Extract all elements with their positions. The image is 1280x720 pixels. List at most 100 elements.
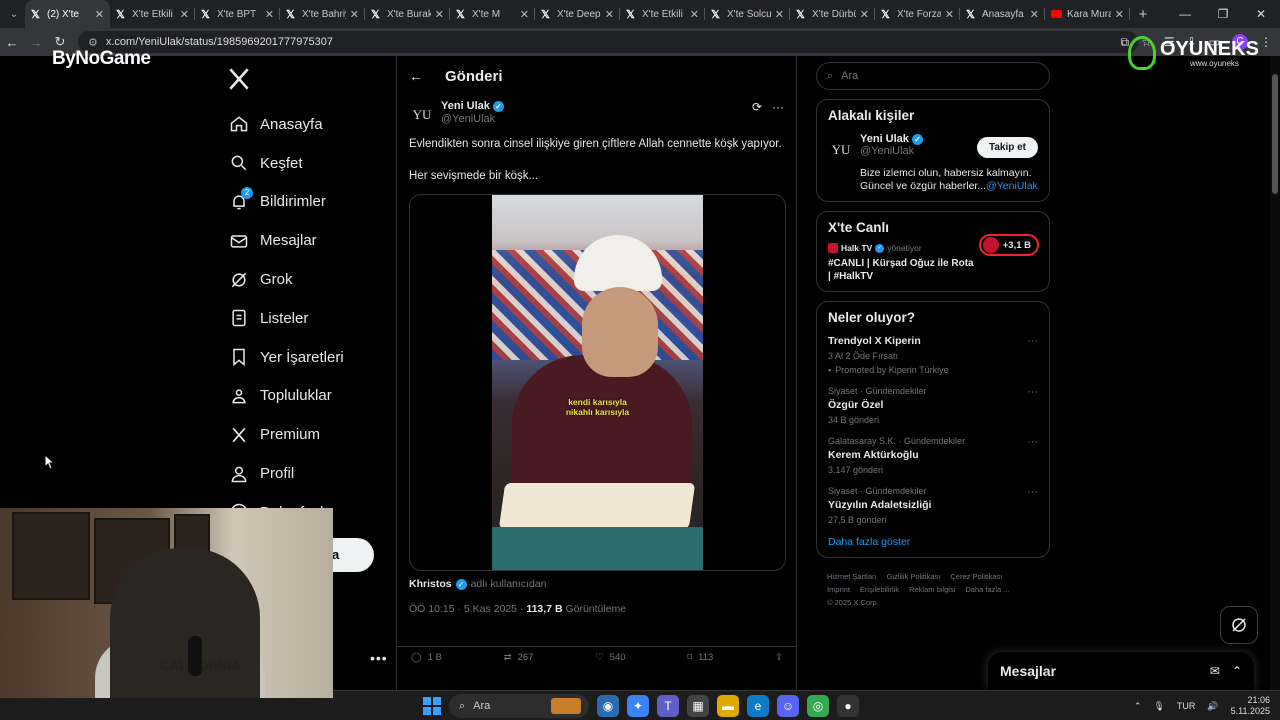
browser-tab[interactable]: 𝕏 Anasayfa ✕ (960, 0, 1045, 28)
scrollbar-thumb[interactable] (1272, 74, 1278, 194)
follow-button[interactable]: Takip et (976, 137, 1038, 158)
trend-more-icon[interactable]: ··· (1027, 486, 1038, 498)
tab-close-icon[interactable]: ✕ (1030, 8, 1039, 21)
browser-tab[interactable]: 𝕏 X'te Solcu ✕ (705, 0, 790, 28)
nav-item-communities[interactable]: Topluluklar (222, 377, 392, 416)
browser-tab[interactable]: 𝕏 X'te Etkili ✕ (620, 0, 705, 28)
microphone-icon[interactable]: 🎙 (1153, 701, 1164, 712)
language-indicator[interactable]: TUR (1177, 701, 1196, 711)
footer-link[interactable]: Gizlilik Politikası (887, 572, 941, 581)
post-more-icon[interactable]: ··· (772, 100, 784, 114)
chrome-app-icon[interactable]: ◎ (807, 695, 829, 717)
messages-drawer[interactable]: Mesajlar ✉ ⌃ (988, 652, 1254, 690)
author-display-name[interactable]: Yeni Ulak (441, 100, 490, 112)
footer-link[interactable]: Imprint (827, 585, 850, 594)
back-arrow-icon[interactable]: ← (409, 68, 437, 84)
trend-more-icon[interactable]: ··· (1027, 386, 1038, 398)
attribution-user[interactable]: Khristos (409, 578, 452, 590)
relevant-display-name[interactable]: Yeni Ulak (860, 133, 909, 145)
taskbar-search[interactable]: ⌕ Ara (449, 694, 589, 718)
show-more-link[interactable]: Daha fazla göster (828, 536, 1038, 548)
browser-tab[interactable]: 𝕏 X'te Deep ✕ (535, 0, 620, 28)
nav-item-bell[interactable]: 2 Bildirimler (222, 183, 392, 222)
nav-item-list[interactable]: Listeler (222, 299, 392, 338)
browser-tab[interactable]: 𝕏 X'te Bahriy ✕ (280, 0, 365, 28)
grok-floating-button[interactable] (1220, 606, 1258, 644)
account-more-icon[interactable]: ••• (370, 650, 388, 666)
live-stream-title[interactable]: #CANLI | Kürşad Oğuz ile Rota | #HalkTV (828, 257, 978, 283)
new-message-icon[interactable]: ✉ (1210, 664, 1220, 678)
footer-link[interactable]: Daha fazla ... (965, 585, 1009, 594)
trend-item[interactable]: Siyaset · Gündemdekiler Özgür Özel 34 B gö… (828, 386, 1038, 425)
trend-item[interactable]: Galatasaray S.K. · Gündemdekiler Kerem Ak… (828, 436, 1038, 475)
footer-link[interactable]: © 2025 X Corp. (827, 598, 879, 607)
menu-icon[interactable]: ⋮ (1260, 35, 1272, 49)
copilot-app-icon[interactable]: ✦ (627, 695, 649, 717)
tab-close-icon[interactable]: ✕ (265, 8, 274, 21)
footer-link[interactable]: Hizmet Şartları (827, 572, 877, 581)
x-logo-icon[interactable] (226, 66, 252, 92)
clock[interactable]: 21:06 5.11.2025 (1231, 695, 1270, 717)
browser-tab[interactable]: 𝕏 X'te Dürbü ✕ (790, 0, 875, 28)
tab-close-icon[interactable]: ✕ (945, 8, 954, 21)
trend-more-icon[interactable]: ··· (1027, 436, 1038, 448)
browser-tab[interactable]: 𝕏 X'te Etkili ✕ (110, 0, 195, 28)
minimize-button[interactable]: — (1166, 0, 1204, 28)
browser-tab[interactable]: 𝕏 X'te BPT ✕ (195, 0, 280, 28)
volume-icon[interactable]: 🔊 (1207, 701, 1218, 712)
expand-drawer-icon[interactable]: ⌃ (1232, 664, 1242, 678)
new-tab-button[interactable]: + (1130, 6, 1156, 23)
nav-item-grok[interactable]: Grok (222, 260, 392, 299)
trend-more-icon[interactable]: ··· (1027, 335, 1038, 347)
page-scrollbar[interactable] (1270, 56, 1280, 690)
back-button[interactable]: ← (0, 35, 24, 50)
post-button[interactable]: a (330, 538, 374, 572)
tab-close-icon[interactable]: ✕ (1115, 8, 1124, 21)
edge-app-icon[interactable]: e (747, 695, 769, 717)
tab-close-icon[interactable]: ✕ (690, 8, 699, 21)
live-source-name[interactable]: Halk TV (841, 243, 872, 253)
tray-chevron-icon[interactable]: ⌃ (1134, 701, 1142, 712)
video-frame[interactable]: kendi karısıyla nikahlı karısıyla (492, 195, 703, 570)
windows-start-icon[interactable] (423, 697, 441, 715)
tab-close-icon[interactable]: ✕ (350, 8, 359, 21)
nav-item-person[interactable]: Profil (222, 454, 392, 493)
live-listeners-pill[interactable]: +3,1 B (978, 234, 1039, 256)
author-avatar[interactable]: YU (409, 102, 435, 128)
tab-search-dropdown[interactable]: ⌄ (3, 3, 25, 25)
like-button[interactable]: ♡ 540 (595, 652, 625, 663)
relevant-person[interactable]: YU Yeni Ulak ✓ @YeniUlak Takip et (828, 133, 1038, 163)
nav-item-home[interactable]: Anasayfa (222, 105, 392, 144)
address-bar[interactable]: ⚙ x.com/YeniUlak/status/1985969201777975… (78, 31, 1138, 53)
post-timestamp[interactable]: ÖÖ 10:15 · 5 Kas 2025 · (409, 603, 526, 615)
author-username[interactable]: @YeniUlak (441, 113, 504, 125)
bookmark-button[interactable]: ⌑ 113 (687, 652, 713, 663)
nav-item-bookmark[interactable]: Yer İşaretleri (222, 338, 392, 377)
tab-close-icon[interactable]: ✕ (520, 8, 529, 21)
browser-tab[interactable]: 𝕏 (2) X'te ✕ (25, 0, 110, 28)
store-app-icon[interactable]: ▦ (687, 695, 709, 717)
file-explorer-icon[interactable]: ▬ (717, 695, 739, 717)
browser-tab[interactable]: 𝕏 X'te Burak ✕ (365, 0, 450, 28)
tab-close-icon[interactable]: ✕ (95, 8, 104, 21)
search-input[interactable]: ⌕ Ara (816, 62, 1050, 90)
tab-close-icon[interactable]: ✕ (180, 8, 189, 21)
grok-explain-icon[interactable]: ⟳ (752, 100, 762, 114)
tab-close-icon[interactable]: ✕ (435, 8, 444, 21)
tab-close-icon[interactable]: ✕ (605, 8, 614, 21)
discord-app-icon[interactable]: ☺ (777, 695, 799, 717)
repost-button[interactable]: ⇄ 267 (504, 652, 534, 663)
close-window-button[interactable]: ✕ (1242, 0, 1280, 28)
forward-button[interactable]: → (24, 35, 48, 50)
browser-tab[interactable]: 𝕏 X'te Forza ✕ (875, 0, 960, 28)
nav-item-search[interactable]: Keşfet (222, 144, 392, 183)
relevant-username[interactable]: @YeniUlak (860, 145, 923, 157)
site-info-icon[interactable]: ⚙ (88, 36, 98, 49)
share-button[interactable]: ⇪ (775, 652, 783, 663)
browser-tab[interactable]: 𝕏 X'te M ✕ (450, 0, 535, 28)
browser-tab[interactable]: Kara Mura ✕ (1045, 0, 1130, 28)
obs-app-icon[interactable]: ● (837, 695, 859, 717)
footer-link[interactable]: Çerez Politikası (950, 572, 1002, 581)
footer-link[interactable]: Reklam bilgisi (909, 585, 955, 594)
trend-item[interactable]: Trendyol X Kiperin 3 Al 2 Öde Fırsatı ▪ Pro… (828, 335, 1038, 375)
